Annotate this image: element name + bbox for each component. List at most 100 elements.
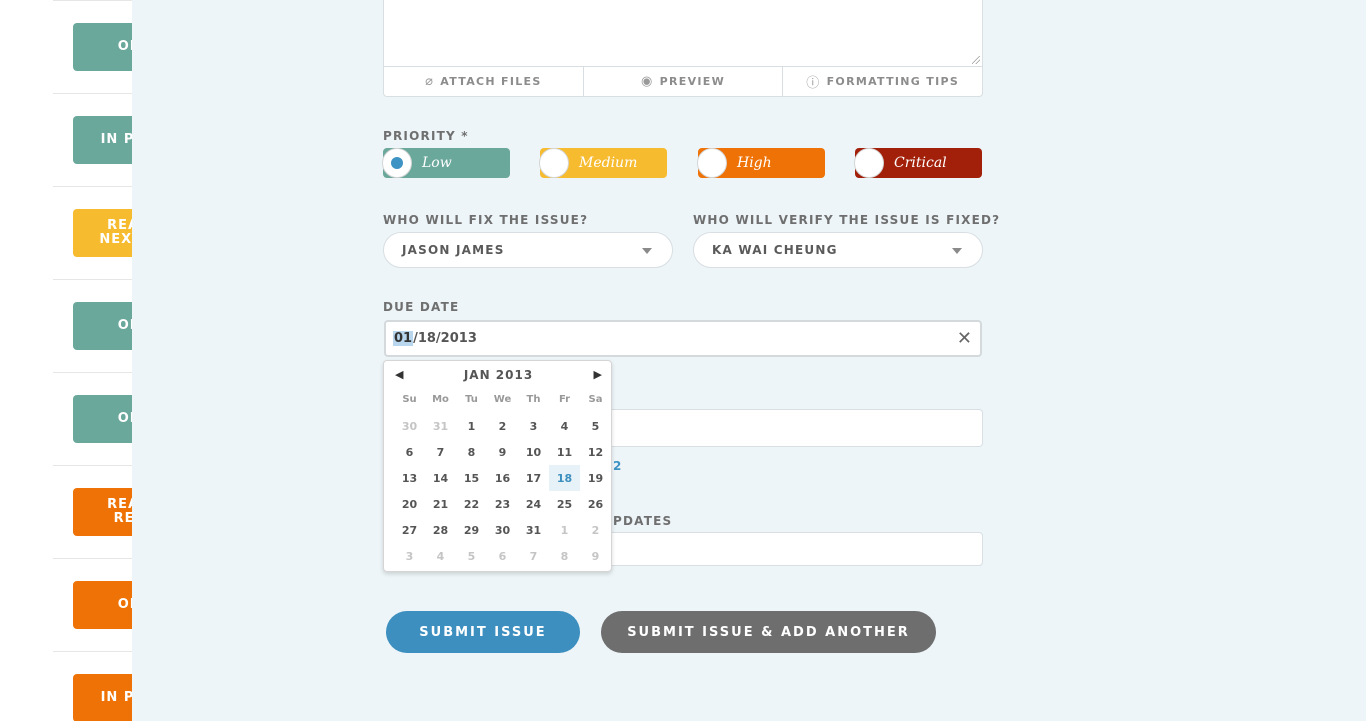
preview-button[interactable]: ◉ PREVIEW (584, 67, 784, 96)
description-editor: ⌀ ATTACH FILES ◉ PREVIEW ⓘ FORMATTING TI… (383, 0, 983, 97)
day-cell[interactable]: 28 (425, 517, 456, 543)
hidden-link-fragment[interactable]: 2 (613, 459, 621, 473)
chevron-down-icon (642, 248, 652, 254)
assignee-value: JASON JAMES (402, 243, 505, 257)
day-cell[interactable]: 30 (487, 517, 518, 543)
day-cell[interactable]: 21 (425, 491, 456, 517)
day-cell[interactable]: 10 (518, 439, 549, 465)
day-cell[interactable]: 1 (456, 413, 487, 439)
day-cell[interactable]: 3 (518, 413, 549, 439)
radio-knob (539, 148, 569, 178)
hidden-input-field[interactable] (600, 409, 983, 447)
submit-issue-button[interactable]: SUBMIT ISSUE (386, 611, 580, 653)
resize-handle-icon[interactable] (972, 56, 980, 64)
attach-files-label: ATTACH FILES (440, 75, 542, 88)
priority-label: PRIORITY * (383, 129, 469, 143)
clear-icon[interactable]: ✕ (957, 328, 972, 349)
datepicker-grid: Su Mo Tu We Th Fr Sa 30 31 1 2 3 4 5 6 7 8 9 10 11 12 13 14 15 1… (394, 387, 610, 569)
date-rest: /18/2013 (413, 331, 477, 346)
day-cell[interactable]: 3 (394, 543, 425, 569)
priority-medium-toggle[interactable]: Medium (539, 148, 667, 178)
day-cell[interactable]: 26 (580, 491, 611, 517)
day-cell[interactable]: 5 (580, 413, 611, 439)
day-cell[interactable]: 25 (549, 491, 580, 517)
datepicker: ◀ JAN 2013 ▶ Su Mo Tu We Th Fr Sa 30 31 1 2 3 4 5 6 7 8 9… (383, 360, 612, 572)
day-cell[interactable]: 9 (580, 543, 611, 569)
day-cell[interactable]: 12 (580, 439, 611, 465)
priority-medium-label: Medium (579, 155, 638, 171)
preview-label: PREVIEW (659, 75, 726, 88)
priority-high-label: High (737, 155, 772, 171)
formatting-tips-button[interactable]: ⓘ FORMATTING TIPS (783, 67, 982, 96)
week-row: 6 7 8 9 10 11 12 (394, 439, 611, 465)
submit-and-add-another-button[interactable]: SUBMIT ISSUE & ADD ANOTHER (601, 611, 936, 653)
day-cell[interactable]: 7 (425, 439, 456, 465)
radio-knob (854, 148, 884, 178)
day-cell[interactable]: 6 (394, 439, 425, 465)
day-cell[interactable]: 2 (487, 413, 518, 439)
weekday-header-row: Su Mo Tu We Th Fr Sa (394, 387, 611, 413)
assignee-label: WHO WILL FIX THE ISSUE? (383, 213, 589, 227)
verifier-select[interactable]: KA WAI CHEUNG (693, 232, 983, 268)
editor-toolbar: ⌀ ATTACH FILES ◉ PREVIEW ⓘ FORMATTING TI… (384, 67, 982, 96)
hidden-input-field[interactable] (600, 532, 983, 566)
day-cell[interactable]: 27 (394, 517, 425, 543)
priority-high-toggle[interactable]: High (697, 148, 825, 178)
day-cell[interactable]: 17 (518, 465, 549, 491)
attach-files-button[interactable]: ⌀ ATTACH FILES (384, 67, 584, 96)
day-cell[interactable]: 1 (549, 517, 580, 543)
day-cell[interactable]: 18 (549, 465, 580, 491)
weekday-label: Tu (465, 393, 478, 405)
week-row: 30 31 1 2 3 4 5 (394, 413, 611, 439)
description-textarea[interactable] (384, 0, 982, 67)
due-date-input[interactable]: 01/18/2013 ✕ (384, 320, 982, 357)
day-cell[interactable]: 29 (456, 517, 487, 543)
next-month-icon[interactable]: ▶ (594, 368, 602, 381)
radio-knob (382, 148, 412, 178)
eye-icon: ◉ (640, 74, 654, 89)
selected-dot-icon (391, 157, 403, 169)
weekday-label: Su (402, 393, 417, 405)
priority-low-toggle[interactable]: Low (382, 148, 510, 178)
day-cell[interactable]: 14 (425, 465, 456, 491)
day-cell[interactable]: 9 (487, 439, 518, 465)
verifier-label: WHO WILL VERIFY THE ISSUE IS FIXED? (693, 213, 1001, 227)
date-selected-segment: 01 (393, 331, 414, 346)
week-row: 20 21 22 23 24 25 26 (394, 491, 611, 517)
day-cell[interactable]: 24 (518, 491, 549, 517)
help-icon: ⓘ (806, 76, 821, 91)
day-cell[interactable]: 4 (425, 543, 456, 569)
day-cell[interactable]: 19 (580, 465, 611, 491)
weekday-label: We (493, 393, 512, 405)
week-row: 27 28 29 30 31 1 2 (394, 517, 611, 543)
day-cell[interactable]: 31 (518, 517, 549, 543)
radio-knob (697, 148, 727, 178)
day-cell[interactable]: 2 (580, 517, 611, 543)
day-cell[interactable]: 15 (456, 465, 487, 491)
paperclip-icon: ⌀ (425, 74, 435, 89)
day-cell[interactable]: 7 (518, 543, 549, 569)
day-cell[interactable]: 16 (487, 465, 518, 491)
day-cell[interactable]: 20 (394, 491, 425, 517)
day-cell[interactable]: 5 (456, 543, 487, 569)
day-cell[interactable]: 13 (394, 465, 425, 491)
datepicker-title: JAN 2013 (463, 368, 534, 382)
day-cell[interactable]: 30 (394, 413, 425, 439)
day-cell[interactable]: 31 (425, 413, 456, 439)
day-cell[interactable]: 6 (487, 543, 518, 569)
hidden-label-fragment: PDATES (613, 514, 673, 528)
week-row: 13 14 15 16 17 18 19 (394, 465, 611, 491)
day-cell[interactable]: 11 (549, 439, 580, 465)
formatting-tips-label: FORMATTING TIPS (826, 75, 960, 88)
day-cell[interactable]: 8 (549, 543, 580, 569)
verifier-value: KA WAI CHEUNG (712, 243, 838, 257)
assignee-select[interactable]: JASON JAMES (383, 232, 673, 268)
day-cell[interactable]: 22 (456, 491, 487, 517)
day-cell[interactable]: 23 (487, 491, 518, 517)
day-cell[interactable]: 4 (549, 413, 580, 439)
day-cell[interactable]: 8 (456, 439, 487, 465)
priority-critical-label: Critical (894, 155, 947, 171)
weekday-label: Mo (432, 393, 449, 405)
priority-critical-toggle[interactable]: Critical (854, 148, 982, 178)
week-row: 3456789 (394, 543, 611, 569)
